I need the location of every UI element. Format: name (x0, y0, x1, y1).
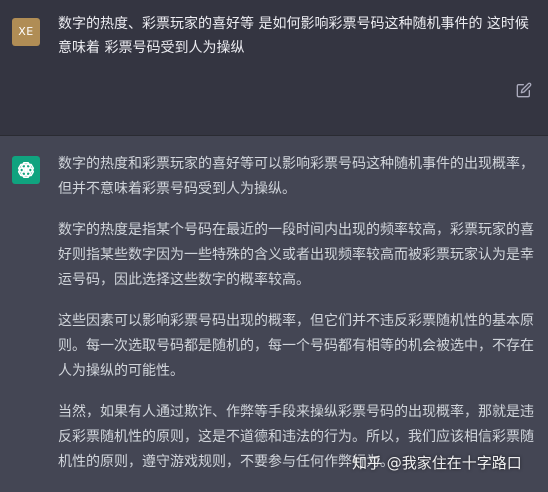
watermark: 知乎 @我家住在十字路口 (352, 454, 522, 472)
user-message: XE 数字的热度、彩票玩家的喜好等 是如何影响彩票号码这种随机事件的 这时候意味… (0, 0, 548, 136)
user-message-text: 数字的热度、彩票玩家的喜好等 是如何影响彩票号码这种随机事件的 这时候意味着 彩… (58, 16, 529, 56)
openai-logo-icon (12, 156, 40, 184)
edit-icon[interactable] (516, 82, 532, 98)
assistant-paragraph: 数字的热度是指某个号码在最近的一段时间内出现的频率较高，彩票玩家的喜好则指某些数… (58, 222, 534, 288)
assistant-paragraph: 这些因素可以影响彩票号码出现的概率，但它们并不违反彩票随机性的基本原则。每一次选… (58, 313, 534, 379)
assistant-paragraph: 数字的热度和彩票玩家的喜好等可以影响彩票号码这种随机事件的出现概率，但并不意味着… (58, 156, 534, 197)
user-avatar: XE (12, 18, 40, 46)
assistant-message-body: 数字的热度和彩票玩家的喜好等可以影响彩票号码这种随机事件的出现概率，但并不意味着… (58, 152, 540, 491)
assistant-message: 数字的热度和彩票玩家的喜好等可以影响彩票号码这种随机事件的出现概率，但并不意味着… (0, 136, 548, 492)
